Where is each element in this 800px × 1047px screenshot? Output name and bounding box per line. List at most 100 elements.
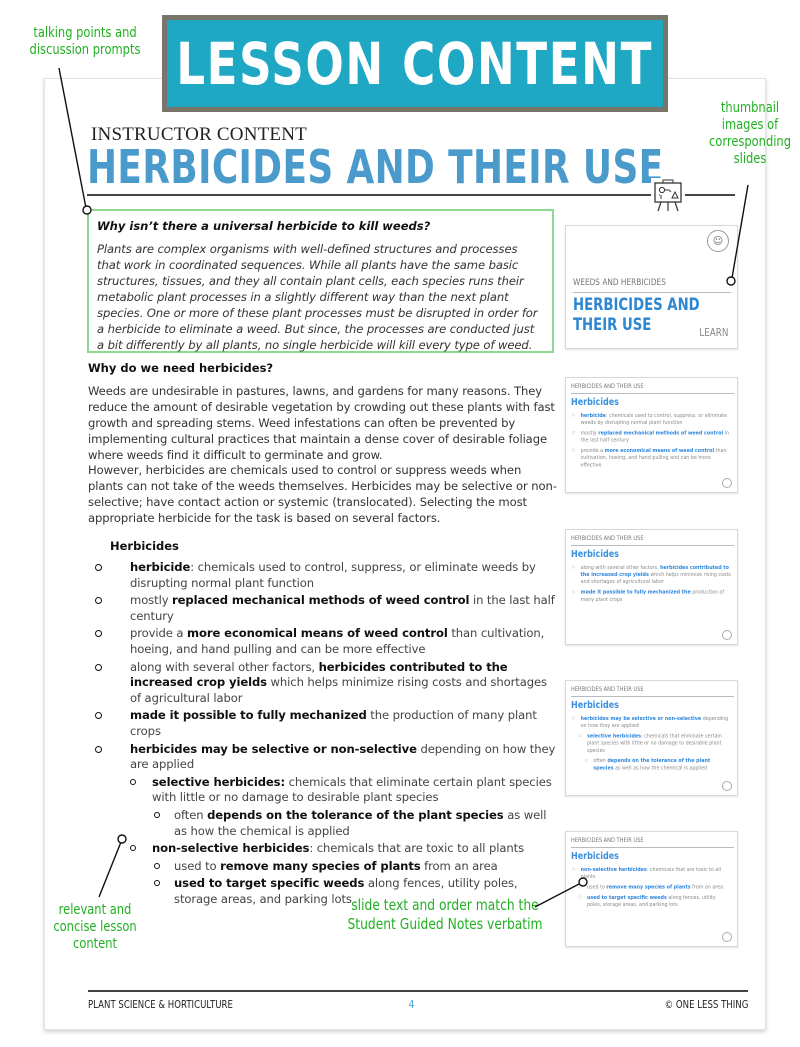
- bullet-item: herbicides may be selective or non-selec…: [90, 742, 560, 773]
- logo-icon: [722, 781, 732, 791]
- slide-bullet: mostly replaced mechanical methods of we…: [571, 430, 731, 444]
- slide-bullet-highlight: made it possible to fully mechanized the: [580, 589, 691, 596]
- slide-bullet-text: along with several other factors,: [580, 564, 661, 571]
- bullet-key-term: selective herbicides:: [152, 774, 286, 789]
- discussion-question: Why isn’t there a universal herbicide to…: [97, 219, 431, 233]
- slide-bullet: herbicides may be selective or non-selec…: [571, 715, 731, 729]
- bullet-item: herbicide: chemicals used to control, su…: [90, 560, 560, 591]
- slide-bullet-highlight: herbicide: [580, 412, 606, 419]
- slide-thumbnail-5: HERBICIDES AND THEIR USE Herbicides non-…: [565, 831, 738, 947]
- logo-icon: [722, 932, 732, 942]
- slide-bullet-highlight: herbicides may be selective or non-selec…: [580, 715, 702, 722]
- slide-divider: [571, 696, 734, 697]
- bullet-text: along with several other factors,: [130, 659, 319, 674]
- slide-bullet: herbicide: chemicals used to control, su…: [571, 412, 731, 426]
- bullet-text: used to: [174, 858, 221, 873]
- bullet-text: provide a: [130, 626, 188, 641]
- easel-presentation-icon: [651, 178, 685, 214]
- bullet-text: often: [174, 807, 208, 822]
- bullet-text: : chemicals used to control, suppress, o…: [130, 560, 536, 590]
- slide-title: Herbicides: [571, 700, 619, 711]
- discussion-answer: Plants are complex organisms with well-d…: [97, 242, 538, 352]
- slide-title: Herbicides: [571, 851, 619, 862]
- slide-bullet-highlight: replaced mechanical methods of weed cont…: [598, 430, 724, 436]
- slide-bullet: used to target specific weeds along fenc…: [571, 894, 731, 908]
- slide-thumbnail-2: HERBICIDES AND THEIR USE Herbicides herb…: [565, 377, 738, 493]
- bullet-key-term: remove many species of plants: [220, 858, 421, 873]
- bullet-key-term: herbicides may be selective or non-selec…: [130, 741, 417, 756]
- bullet-key-term: used to target specific weeds: [174, 876, 365, 891]
- slide-header: HERBICIDES AND THEIR USE: [571, 837, 644, 844]
- footer-course: PLANT SCIENCE & HORTICULTURE: [88, 998, 233, 1011]
- annotation-talking-points: talking points and discussion prompts: [29, 25, 141, 58]
- bullet-key-term: herbicide: [130, 560, 191, 574]
- page-title: HERBICIDES AND THEIR USE: [87, 140, 664, 194]
- slide-bullet-text: used to: [587, 884, 607, 890]
- discussion-prompt-box: Why isn’t there a universal herbicide to…: [87, 209, 554, 353]
- paragraph-herbicides: However, herbicides are chemicals used t…: [88, 463, 557, 525]
- slide-bullet: made it possible to fully mechanized the…: [571, 589, 731, 603]
- annotation-slide-text: slide text and order match the Student G…: [347, 896, 543, 933]
- bullet-key-term: made it possible to fully mechanized: [130, 708, 367, 723]
- slide-bullet-text: often: [593, 758, 608, 764]
- bullet-key-term: depends on the tolerance of the plant sp…: [207, 807, 504, 822]
- slide-thumbnail-3: HERBICIDES AND THEIR USE Herbicides alon…: [565, 529, 738, 645]
- slide-bullet-list: along with several other factors, herbic…: [571, 564, 731, 606]
- bullet-item: selective herbicides: chemicals that eli…: [90, 775, 560, 806]
- slide-bullet-highlight: more economical means of weed control: [604, 448, 715, 454]
- bullet-text: : chemicals that are toxic to all plants: [309, 841, 525, 856]
- slide-title: Herbicides: [571, 549, 619, 560]
- bullet-item: used to remove many species of plants fr…: [90, 859, 560, 875]
- footer-copyright: © ONE LESS THING: [664, 998, 748, 1011]
- bullet-key-term: replaced mechanical methods of weed cont…: [172, 593, 470, 608]
- lesson-content-banner: LESSON CONTENT: [162, 15, 668, 112]
- slide-subtitle: WEEDS AND HERBICIDES: [573, 278, 666, 288]
- bullet-text: from an area: [420, 858, 498, 873]
- slide-thumbnail-title: ☺ WEEDS AND HERBICIDES HERBICIDES AND TH…: [565, 225, 738, 349]
- bullet-item: mostly replaced mechanical methods of we…: [90, 593, 560, 624]
- slide-bullet-list: non-selective herbicides: chemicals that…: [571, 866, 731, 912]
- slide-bullet-list: herbicide: chemicals used to control, su…: [571, 412, 731, 472]
- bullet-item: non-selective herbicides: chemicals that…: [90, 841, 560, 857]
- slide-tag: LEARN: [698, 326, 728, 339]
- footer-divider: [88, 990, 748, 992]
- annotation-thumbnails: thumbnail images of corresponding slides: [709, 100, 791, 167]
- bullet-item: along with several other factors, herbic…: [90, 660, 560, 707]
- slide-bullet-text: provide a: [580, 448, 605, 454]
- slide-bullet: used to remove many species of plants fr…: [571, 884, 731, 891]
- slide-bullet-highlight: non-selective herbicides: [580, 866, 647, 873]
- slide-bullet: often depends on the tolerance of the pl…: [571, 757, 731, 771]
- slide-bullet-text: from an area: [690, 884, 724, 890]
- slide-title: Herbicides: [571, 397, 619, 408]
- slide-bullet-highlight: selective herbicides: [587, 733, 642, 739]
- slide-divider: [571, 847, 734, 848]
- section-heading-herbicides: Herbicides: [110, 539, 179, 553]
- paragraph-weeds: Weeds are undesirable in pastures, lawns…: [88, 384, 555, 462]
- bullet-key-term: more economical means of weed control: [187, 626, 448, 641]
- section-heading-why: Why do we need herbicides?: [88, 361, 274, 375]
- page-number: 4: [408, 998, 415, 1011]
- herbicides-bullet-list: herbicide: chemicals used to control, su…: [90, 560, 560, 909]
- annotation-relevant-content: relevant and concise lesson content: [53, 902, 137, 952]
- bullet-item: provide a more economical means of weed …: [90, 626, 560, 657]
- slide-bullet-text: as well as how the chemical is applied: [613, 765, 708, 771]
- bullet-key-term: non-selective herbicides: [152, 841, 310, 856]
- slide-bullet-text: mostly: [580, 430, 599, 436]
- logo-icon: ☺: [707, 230, 729, 252]
- slide-header: HERBICIDES AND THEIR USE: [571, 686, 644, 693]
- banner-title: LESSON CONTENT: [176, 29, 654, 98]
- slide-bullet-highlight: used to target specific weeds: [587, 894, 667, 901]
- slide-footer: ·: [570, 340, 572, 345]
- slide-bullet-list: herbicides may be selective or non-selec…: [571, 715, 731, 775]
- slide-bullet: along with several other factors, herbic…: [571, 564, 731, 586]
- bullet-text: mostly: [130, 593, 173, 608]
- slide-bullet: non-selective herbicides: chemicals that…: [571, 866, 731, 880]
- slide-bullet-highlight: remove many species of plants: [606, 884, 691, 890]
- slide-header: HERBICIDES AND THEIR USE: [571, 535, 644, 542]
- slide-bullet: selective herbicides: chemicals that eli…: [571, 733, 731, 755]
- slide-divider: [571, 545, 734, 546]
- slide-divider: [571, 393, 734, 394]
- logo-icon: [722, 478, 732, 488]
- slide-header: HERBICIDES AND THEIR USE: [571, 383, 644, 390]
- slide-bullet: provide a more economical means of weed …: [571, 447, 731, 469]
